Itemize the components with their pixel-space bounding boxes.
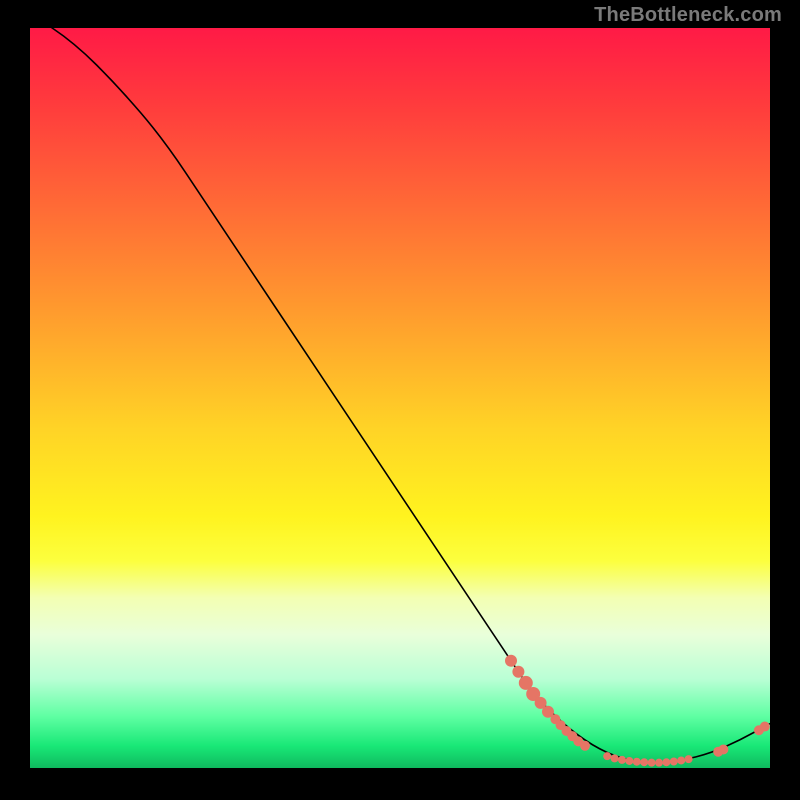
bottleneck-curve bbox=[30, 13, 770, 762]
data-dot bbox=[633, 758, 641, 766]
chart-overlay-svg bbox=[30, 28, 770, 768]
data-dot bbox=[685, 755, 693, 763]
data-dot bbox=[603, 752, 611, 760]
data-dot bbox=[611, 754, 619, 762]
data-dot bbox=[718, 745, 728, 755]
data-dot bbox=[760, 722, 770, 732]
chart-stage: TheBottleneck.com bbox=[0, 0, 800, 800]
data-dot bbox=[655, 759, 663, 767]
data-dot bbox=[640, 758, 648, 766]
data-dot bbox=[662, 758, 670, 766]
data-dot bbox=[512, 666, 524, 678]
data-dot bbox=[625, 757, 633, 765]
data-dot bbox=[580, 741, 590, 751]
data-dot bbox=[505, 655, 517, 667]
data-dot bbox=[677, 756, 685, 764]
data-dot bbox=[618, 756, 626, 764]
data-dot bbox=[670, 757, 678, 765]
watermark-text: TheBottleneck.com bbox=[594, 4, 782, 27]
data-dot bbox=[648, 759, 656, 767]
data-dots-layer bbox=[505, 655, 770, 767]
